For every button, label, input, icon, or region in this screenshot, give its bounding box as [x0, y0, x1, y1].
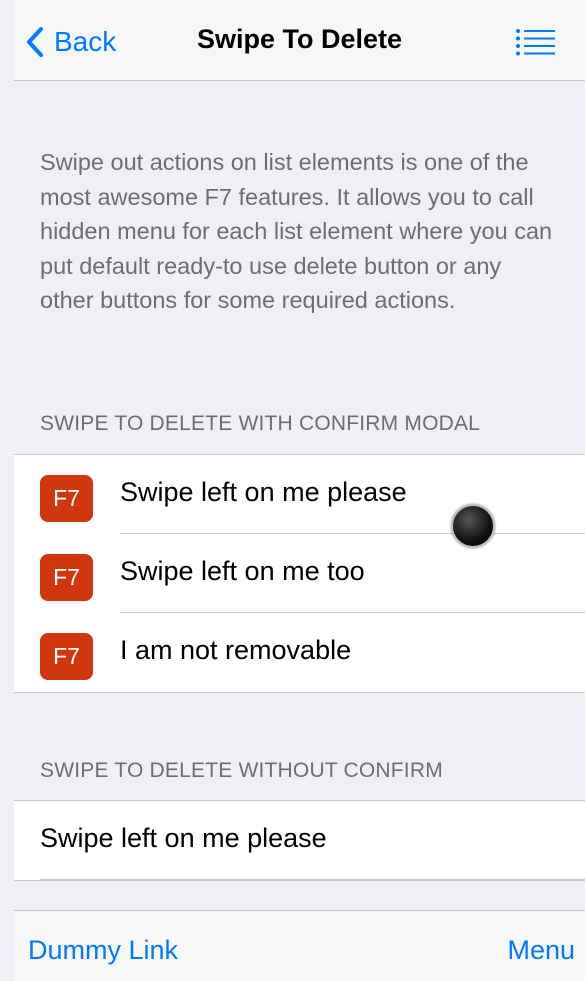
- f7-icon: F7: [40, 475, 93, 522]
- dummy-link[interactable]: Dummy Link: [28, 935, 178, 966]
- section-title-confirm: SWIPE TO DELETE WITH CONFIRM MODAL: [40, 412, 481, 435]
- f7-icon: F7: [40, 633, 93, 680]
- app-screen: Back Swipe To Delete Swipe out actions o…: [14, 0, 585, 981]
- menu-link[interactable]: Menu: [507, 935, 575, 966]
- touch-indicator: [451, 504, 495, 548]
- section-title-no-confirm: SWIPE TO DELETE WITHOUT CONFIRM: [40, 759, 443, 782]
- list-item[interactable]: F7 Swipe left on me please: [14, 455, 585, 534]
- list-item-label: Swipe left on me too: [120, 556, 365, 586]
- list-confirm: F7 Swipe left on me please F7 Swipe left…: [14, 454, 585, 693]
- f7-icon: F7: [40, 554, 93, 601]
- toolbar: Dummy Link Menu: [14, 910, 585, 981]
- list-no-confirm: Swipe left on me please: [14, 800, 585, 881]
- list-item[interactable]: F7 Swipe left on me too: [14, 534, 585, 613]
- list-icon: [516, 29, 555, 56]
- list-item-label: I am not removable: [120, 635, 352, 665]
- separator: [40, 879, 585, 880]
- navbar: Back Swipe To Delete: [14, 0, 585, 81]
- list-item[interactable]: Swipe left on me please: [14, 801, 585, 880]
- page-title: Swipe To Delete: [196, 24, 403, 54]
- list-item-label: Swipe left on me please: [120, 477, 407, 507]
- menu-button[interactable]: [515, 28, 555, 56]
- intro-text: Swipe out actions on list elements is on…: [40, 149, 553, 313]
- list-item[interactable]: F7 I am not removable: [14, 613, 585, 692]
- list-item-label: Swipe left on me please: [40, 823, 327, 853]
